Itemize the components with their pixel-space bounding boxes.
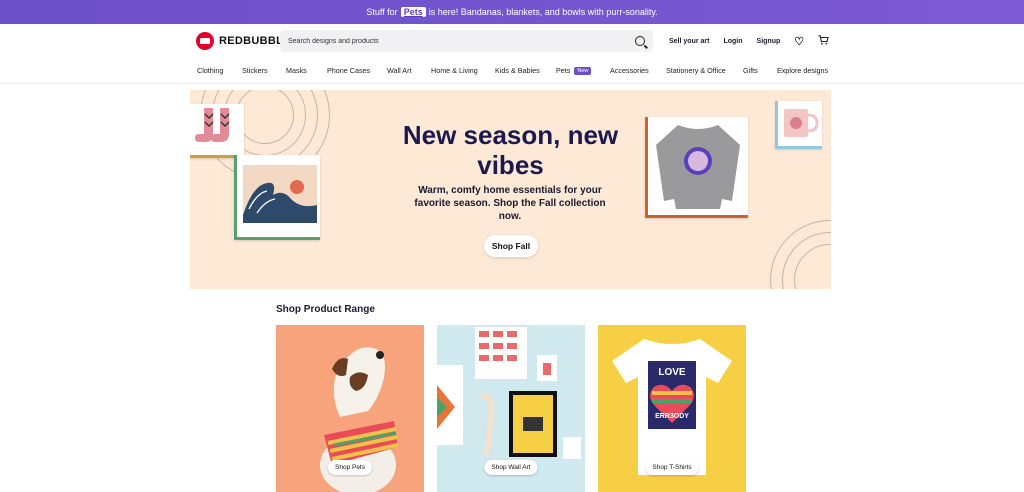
- search-bar: [280, 30, 653, 52]
- mug-product-image[interactable]: [775, 101, 822, 149]
- shop-t-shirts-button[interactable]: Shop T-Shirts: [645, 460, 699, 475]
- redbubble-logo[interactable]: REDBUBBLE: [196, 32, 291, 50]
- sweatshirt-product-image[interactable]: [645, 117, 748, 218]
- promo-prefix: Stuff for: [366, 7, 398, 17]
- nav-wall-art[interactable]: Wall Art: [387, 66, 431, 75]
- nav-kids-babies[interactable]: Kids & Babies: [495, 66, 556, 75]
- signup-link[interactable]: Signup: [757, 38, 781, 45]
- shop-product-range-title: Shop Product Range: [276, 304, 375, 315]
- category-nav: Clothing Stickers Masks Phone Cases Wall…: [0, 58, 1024, 84]
- nav-pets-label: Pets: [556, 66, 571, 75]
- search-icon[interactable]: [635, 36, 645, 46]
- nav-stickers[interactable]: Stickers: [242, 66, 286, 75]
- tshirt-errbody-text: ERR3ODY: [655, 413, 689, 420]
- header-actions: Sell your art Login Signup ♡: [669, 24, 829, 58]
- login-link[interactable]: Login: [723, 38, 742, 45]
- promo-suffix: is here! Bandanas, blankets, and bowls w…: [428, 7, 658, 17]
- nav-masks[interactable]: Masks: [286, 66, 327, 75]
- search-input[interactable]: [288, 37, 635, 45]
- promo-banner[interactable]: Stuff for Pets is here! Bandanas, blanke…: [0, 0, 1024, 24]
- hero-banner[interactable]: New season, new vibes Warm, comfy home e…: [190, 90, 831, 289]
- nav-clothing[interactable]: Clothing: [197, 66, 242, 75]
- shop-pets-tile[interactable]: Shop Pets: [276, 325, 424, 492]
- site-header: REDBUBBLE Sell your art Login Signup ♡: [0, 24, 1024, 58]
- heart-icon[interactable]: ♡: [794, 35, 804, 48]
- nav-phone-cases[interactable]: Phone Cases: [327, 66, 387, 75]
- nav-accessories[interactable]: Accessories: [610, 66, 666, 75]
- redbubble-logo-icon: [196, 32, 214, 50]
- hero-subtitle: Warm, comfy home essentials for your fav…: [414, 185, 606, 222]
- sell-your-art-link[interactable]: Sell your art: [669, 38, 709, 45]
- tshirt-love-text: LOVE: [658, 367, 686, 378]
- new-badge: New: [574, 66, 592, 75]
- shop-wall-art-button[interactable]: Shop Wall Art: [484, 460, 538, 475]
- shop-pets-button[interactable]: Shop Pets: [328, 460, 372, 475]
- cart-icon[interactable]: [818, 34, 829, 48]
- nav-pets[interactable]: Pets New: [556, 66, 610, 75]
- promo-pets-link[interactable]: Pets: [400, 7, 426, 17]
- shop-fall-button[interactable]: Shop Fall: [484, 235, 538, 257]
- nav-home-living[interactable]: Home & Living: [431, 66, 495, 75]
- nav-explore-designs[interactable]: Explore designs: [777, 66, 828, 75]
- nav-gifts[interactable]: Gifts: [743, 66, 777, 75]
- nav-stationery-office[interactable]: Stationery & Office: [666, 66, 743, 75]
- shop-wall-art-tile[interactable]: Shop Wall Art: [437, 325, 585, 492]
- shop-t-shirts-tile[interactable]: LOVE ERR3ODY Shop T-Shirts: [598, 325, 746, 492]
